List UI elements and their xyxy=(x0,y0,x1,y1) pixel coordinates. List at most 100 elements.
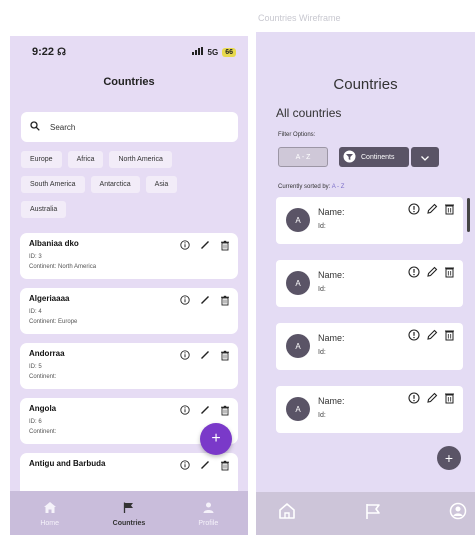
info-icon[interactable] xyxy=(179,349,191,361)
bottom-nav: Home Countries Profile xyxy=(10,491,248,535)
search-icon xyxy=(30,118,40,136)
chip-asia[interactable]: Asia xyxy=(145,176,178,193)
nav-countries[interactable]: Countries xyxy=(99,500,159,527)
sort-az-button[interactable]: A - Z xyxy=(278,147,328,167)
flag-icon[interactable] xyxy=(364,502,382,525)
status-time: 9:22 xyxy=(32,46,55,58)
continent-filter-chips: Europe Africa North America South Americ… xyxy=(21,151,243,226)
country-id: ID: 4 xyxy=(29,309,42,315)
chip-row: Europe Africa North America xyxy=(21,151,243,168)
edit-icon[interactable] xyxy=(199,349,211,361)
nav-home-label: Home xyxy=(40,520,59,527)
delete-icon[interactable] xyxy=(444,265,455,283)
country-continent: Continent: Europe xyxy=(29,319,78,325)
continents-dropdown-button[interactable] xyxy=(411,147,439,167)
info-icon[interactable] xyxy=(179,294,191,306)
wireframe-bottom-nav xyxy=(256,492,475,535)
edit-icon[interactable] xyxy=(426,328,438,346)
edit-icon[interactable] xyxy=(199,404,211,416)
edit-icon[interactable] xyxy=(199,459,211,471)
status-time-group: 9:22 ☊ xyxy=(32,46,66,58)
filter-funnel-icon xyxy=(343,150,356,165)
profile-icon[interactable] xyxy=(449,502,467,525)
search-input[interactable] xyxy=(50,122,210,132)
nav-countries-label: Countries xyxy=(112,520,146,527)
nav-profile[interactable]: Profile xyxy=(178,500,238,527)
sorted-by-indicator: Currently sorted by: A - Z xyxy=(278,184,344,190)
wireframe-title: Countries xyxy=(333,76,398,93)
edit-icon[interactable] xyxy=(426,391,438,409)
chip-antarctica[interactable]: Antarctica xyxy=(90,176,140,193)
card-actions xyxy=(408,202,455,220)
nav-home[interactable]: Home xyxy=(20,500,80,527)
edit-icon[interactable] xyxy=(199,294,211,306)
edit-icon[interactable] xyxy=(199,239,211,251)
chip-south-america[interactable]: South America xyxy=(21,176,85,193)
continents-label: Continents xyxy=(361,153,395,161)
info-icon[interactable] xyxy=(179,459,191,471)
edit-icon[interactable] xyxy=(426,265,438,283)
delete-icon[interactable] xyxy=(444,391,455,409)
avatar: A xyxy=(286,334,310,358)
wireframe-card[interactable]: A Name: Id: xyxy=(276,197,463,244)
card-id-label: Id: xyxy=(318,286,326,293)
info-icon[interactable] xyxy=(179,239,191,251)
country-card[interactable]: Albaniaa dko ID: 3 Continent: North Amer… xyxy=(20,233,238,279)
delete-icon[interactable] xyxy=(444,328,455,346)
delete-icon[interactable] xyxy=(219,459,231,471)
delete-icon[interactable] xyxy=(219,349,231,361)
country-card[interactable]: Algeriaaaa ID: 4 Continent: Europe xyxy=(20,288,238,334)
wireframe-card[interactable]: A Name: Id: xyxy=(276,260,463,307)
scrollbar-thumb[interactable] xyxy=(467,198,470,232)
avatar: A xyxy=(286,397,310,421)
headphones-icon: ☊ xyxy=(57,47,66,58)
chip-europe[interactable]: Europe xyxy=(21,151,62,168)
battery-level: 66 xyxy=(222,47,236,57)
info-icon[interactable] xyxy=(408,265,420,283)
wireframe-country-list: A Name: Id: A Name: Id: A Name: Id: A Na… xyxy=(276,197,463,449)
card-id-label: Id: xyxy=(318,412,326,419)
chip-north-america[interactable]: North America xyxy=(109,151,172,168)
search-bar[interactable] xyxy=(21,112,238,142)
status-bar: 9:22 ☊ 5G 66 xyxy=(10,36,248,68)
card-name-label: Name: xyxy=(318,333,345,343)
delete-icon[interactable] xyxy=(219,404,231,416)
card-actions xyxy=(179,404,231,416)
continents-filter-button[interactable]: Continents xyxy=(339,147,409,167)
chip-australia[interactable]: Australia xyxy=(21,201,67,218)
wireframe-subtitle: All countries xyxy=(276,106,342,120)
signal-icon xyxy=(191,47,204,57)
nav-profile-label: Profile xyxy=(198,520,219,527)
add-country-button[interactable]: + xyxy=(200,423,232,455)
delete-icon[interactable] xyxy=(444,202,455,220)
info-icon[interactable] xyxy=(179,404,191,416)
wireframe-caption: Countries Wireframe xyxy=(258,13,341,23)
chip-africa[interactable]: Africa xyxy=(67,151,104,168)
country-continent: Continent: xyxy=(29,374,57,380)
card-actions xyxy=(408,328,455,346)
country-continent: Continent: xyxy=(29,429,57,435)
delete-icon[interactable] xyxy=(219,239,231,251)
network-type: 5G xyxy=(207,47,219,57)
card-actions xyxy=(179,239,231,251)
country-card[interactable]: Andorraa ID: 5 Continent: xyxy=(20,343,238,389)
edit-icon[interactable] xyxy=(426,202,438,220)
add-country-button[interactable]: + xyxy=(437,446,461,470)
page-title: Countries xyxy=(103,76,155,88)
wireframe-card[interactable]: A Name: Id: xyxy=(276,386,463,433)
card-actions xyxy=(179,349,231,361)
info-icon[interactable] xyxy=(408,391,420,409)
card-name-label: Name: xyxy=(318,270,345,280)
card-id-label: Id: xyxy=(318,349,326,356)
info-icon[interactable] xyxy=(408,328,420,346)
stage: 9:22 ☊ 5G 66 Countries Europe Africa N xyxy=(0,0,475,535)
card-actions xyxy=(408,391,455,409)
home-icon[interactable] xyxy=(278,502,296,525)
card-actions xyxy=(179,294,231,306)
country-continent: Continent: North America xyxy=(29,264,97,270)
delete-icon[interactable] xyxy=(219,294,231,306)
wireframe-card[interactable]: A Name: Id: xyxy=(276,323,463,370)
countries-screen: 9:22 ☊ 5G 66 Countries Europe Africa N xyxy=(10,36,248,535)
info-icon[interactable] xyxy=(408,202,420,220)
sorted-by-value: A - Z xyxy=(331,184,345,190)
